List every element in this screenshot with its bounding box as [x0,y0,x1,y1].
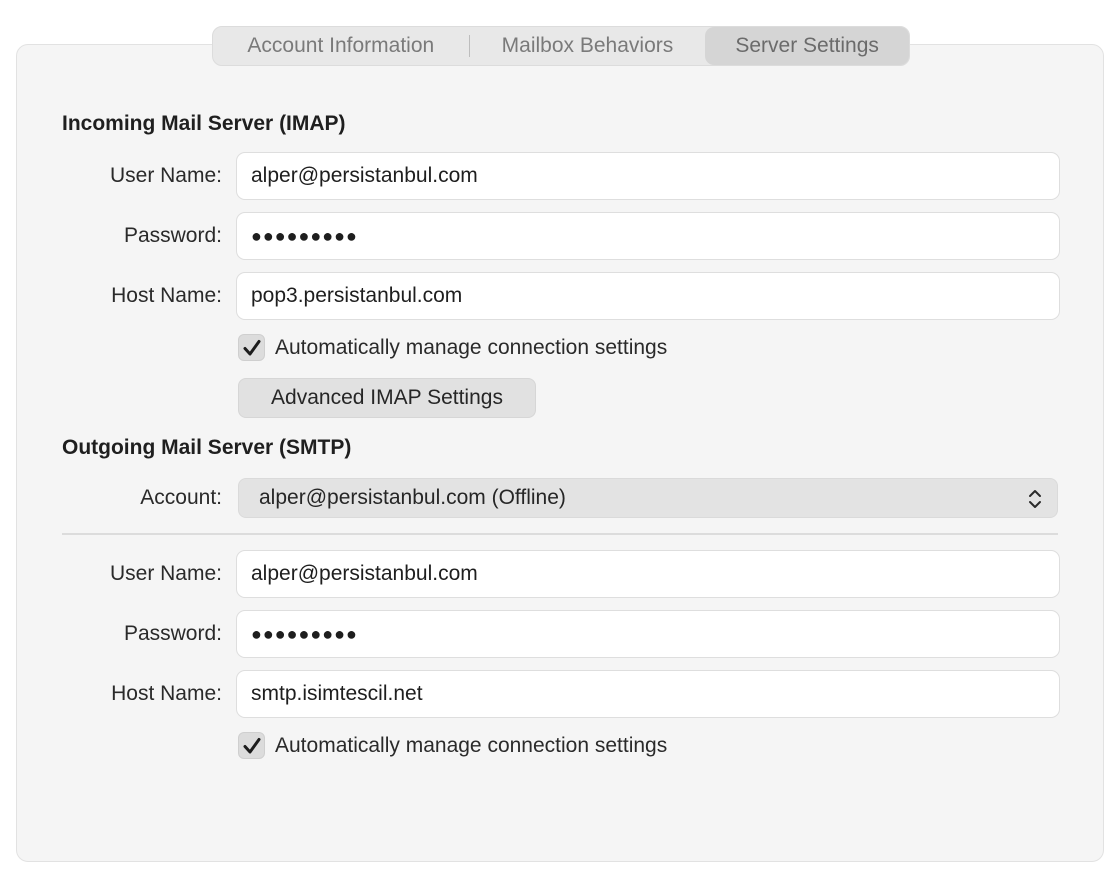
incoming-user-label: User Name: [109,164,222,187]
outgoing-password-label: Password: [123,622,222,645]
outgoing-host-label: Host Name: [111,682,222,705]
tab-mailbox-behaviors[interactable]: Mailbox Behaviors [470,27,706,65]
tab-label: Mailbox Behaviors [501,34,674,57]
incoming-password-label: Password: [123,224,222,247]
advanced-imap-settings-button[interactable]: Advanced IMAP Settings [238,378,536,418]
outgoing-host-field[interactable]: smtp.isimtescil.net [236,670,1060,718]
outgoing-auto-manage-checkbox[interactable] [238,732,265,759]
outgoing-account-value: alper@persistanbul.com (Offline) [259,486,566,509]
outgoing-account-label: Account: [140,486,222,509]
section-divider [62,533,1058,535]
incoming-auto-manage-row[interactable]: Automatically manage connection settings [238,334,667,361]
incoming-auto-manage-label: Automatically manage connection settings [275,335,668,359]
checkmark-icon [243,737,260,753]
incoming-user-field[interactable]: alper@persistanbul.com [236,152,1060,200]
tab-server-settings[interactable]: Server Settings [705,27,909,65]
outgoing-section-title: Outgoing Mail Server (SMTP) [62,436,352,459]
outgoing-auto-manage-row[interactable]: Automatically manage connection settings [238,732,667,759]
checkmark-icon [243,339,260,355]
incoming-host-label: Host Name: [111,284,222,307]
incoming-auto-manage-checkbox[interactable] [238,334,265,361]
tab-bar: Account Information Mailbox Behaviors Se… [212,26,910,66]
tab-account-information[interactable]: Account Information [213,27,469,65]
outgoing-account-select[interactable]: alper@persistanbul.com (Offline) [238,478,1058,518]
incoming-section-title: Incoming Mail Server (IMAP) [62,112,346,135]
outgoing-user-label: User Name: [109,562,222,585]
outgoing-auto-manage-label: Automatically manage connection settings [275,733,668,757]
outgoing-user-field[interactable]: alper@persistanbul.com [236,550,1060,598]
incoming-host-field[interactable]: pop3.persistanbul.com [236,272,1060,320]
incoming-password-field[interactable]: ●●●●●●●●● [236,212,1060,260]
tab-label: Account Information [247,34,435,57]
tab-label: Server Settings [735,34,879,57]
outgoing-password-field[interactable]: ●●●●●●●●● [236,610,1060,658]
chevron-up-down-icon [1029,490,1041,508]
